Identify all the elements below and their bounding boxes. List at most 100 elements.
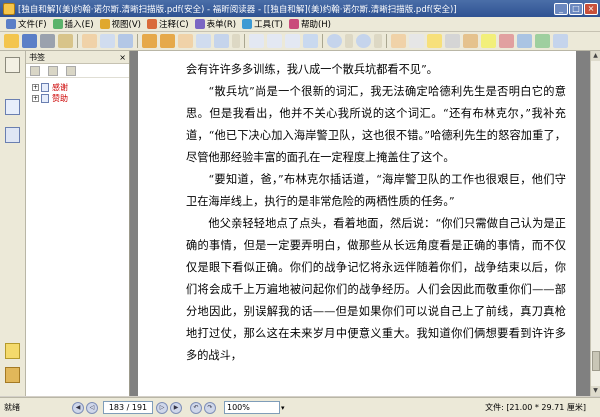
- last-page-icon[interactable]: ▶: [170, 401, 182, 414]
- menu-view[interactable]: 视图(V): [99, 18, 141, 30]
- pdf-page: 会有许许多多训练，我八成一个散兵坑都看不见”。 “散兵坑”尚是一个很新的词汇，我…: [138, 51, 576, 396]
- menu-help[interactable]: 帮助(H): [288, 18, 331, 30]
- zoom-icon[interactable]: [214, 34, 229, 48]
- paragraph: “散兵坑”尚是一个很新的词汇，我无法确定哈德利先生是否明白它的意思。但是我看出，…: [186, 85, 566, 164]
- zoom-in-icon[interactable]: [356, 34, 371, 48]
- first-page-icon[interactable]: ◀: [72, 401, 84, 414]
- help-menu-icon: [288, 19, 299, 29]
- window-title: [独自和解](美)约翰·诺尔斯.清晰扫描版.pdf(安全) - 福昕阅读器 - …: [18, 4, 457, 15]
- bookmark-item[interactable]: + 赞助: [32, 93, 129, 104]
- page-text: 会有许许多多训练，我八成一个散兵坑都看不见”。 “散兵坑”尚是一个很新的词汇，我…: [186, 59, 566, 367]
- toolbar-divider: [386, 34, 387, 48]
- print-icon[interactable]: [40, 34, 55, 48]
- stamp-icon[interactable]: [499, 34, 514, 48]
- navigation-rail: [0, 51, 26, 396]
- toolbar-divider: [77, 34, 78, 48]
- back-icon[interactable]: [142, 34, 157, 48]
- page-icon: [41, 94, 49, 103]
- menu-bar: 文件(F) 插入(E) 视图(V) 注释(C) 表单(R) 工具(T) 帮助(H…: [0, 17, 600, 32]
- bookmarks-panel-icon[interactable]: [5, 57, 20, 73]
- close-button[interactable]: ×: [584, 2, 598, 15]
- file-menu-icon: [6, 19, 16, 29]
- bookmark-options-icon[interactable]: [66, 65, 76, 76]
- forward-view-icon[interactable]: ↷: [204, 401, 216, 414]
- rotate-icon[interactable]: [303, 34, 318, 48]
- layers-panel-icon[interactable]: [5, 127, 20, 143]
- menu-tools[interactable]: 工具(T): [242, 18, 283, 30]
- page-icon: [41, 83, 49, 92]
- toolbar-divider: [137, 34, 138, 48]
- scroll-thumb[interactable]: [592, 351, 600, 371]
- page-number-field[interactable]: 183 / 191: [103, 401, 153, 414]
- link-icon[interactable]: [517, 34, 532, 48]
- view-menu-icon: [99, 19, 110, 29]
- toolbar-divider: [322, 34, 323, 48]
- bookmark-panel: 书签 × + 感谢 + 赞助: [26, 51, 130, 396]
- forward-icon[interactable]: [160, 34, 175, 48]
- next-page-icon[interactable]: ▷: [156, 401, 168, 414]
- open-icon[interactable]: [4, 34, 19, 48]
- zoom-out-menu-icon[interactable]: [345, 34, 353, 48]
- comment-menu-icon: [147, 19, 157, 29]
- document-view[interactable]: 会有许许多多训练，我八成一个散兵坑都看不见”。 “散兵坑”尚是一个很新的词汇，我…: [130, 51, 590, 396]
- delete-bookmark-icon[interactable]: [48, 65, 58, 76]
- bookmark-label: 感谢: [52, 83, 68, 92]
- new-bookmark-icon[interactable]: [30, 65, 40, 76]
- form-menu-icon: [194, 19, 205, 29]
- toolbar: [0, 32, 600, 51]
- insert-menu-icon: [52, 19, 63, 29]
- text-select-icon[interactable]: [196, 34, 211, 48]
- previous-page-icon[interactable]: ◁: [86, 401, 98, 414]
- close-panel-icon[interactable]: ×: [119, 53, 126, 62]
- menu-file[interactable]: 文件(F): [6, 18, 47, 30]
- pencil-icon[interactable]: [463, 34, 478, 48]
- expand-icon[interactable]: +: [32, 84, 39, 91]
- email-icon[interactable]: [58, 34, 73, 48]
- paragraph: 他父亲轻轻地点了点头，看着地面，然后说：“你们只需做自己认为是正确的事情，但是一…: [186, 217, 566, 362]
- chevron-down-icon[interactable]: [232, 34, 240, 48]
- app-icon: [3, 2, 15, 15]
- minimize-button[interactable]: _: [554, 2, 568, 15]
- highlight-icon[interactable]: [481, 34, 496, 48]
- image-icon[interactable]: [535, 34, 550, 48]
- bookmark-panel-header: 书签 ×: [26, 51, 129, 64]
- bookmark-panel-title: 书签: [29, 52, 45, 62]
- menu-form[interactable]: 表单(R): [194, 18, 236, 30]
- zoom-out-icon[interactable]: [327, 34, 342, 48]
- zoom-field[interactable]: 100%: [224, 401, 280, 414]
- bookmark-item[interactable]: + 感谢: [32, 82, 129, 93]
- search-icon[interactable]: [553, 34, 568, 48]
- note-icon[interactable]: [427, 34, 442, 48]
- maximize-button[interactable]: □: [569, 2, 583, 15]
- bookmark-label: 赞助: [52, 94, 68, 103]
- back-view-icon[interactable]: ↶: [190, 401, 202, 414]
- menu-comment[interactable]: 注释(C): [147, 18, 189, 30]
- vertical-scrollbar[interactable]: ▲ ▼: [590, 51, 600, 396]
- expand-icon[interactable]: +: [32, 95, 39, 102]
- snapshot-icon[interactable]: [118, 34, 133, 48]
- status-text: 就绪: [4, 403, 20, 412]
- comments-panel-icon[interactable]: [5, 343, 20, 359]
- pages-panel-icon[interactable]: [5, 99, 20, 115]
- actual-size-icon[interactable]: [285, 34, 300, 48]
- paragraph: “要知道，爸，”布林克尔插话道，“海岸警卫队的工作也很艰巨，他们守卫在海岸线上，…: [186, 173, 566, 208]
- fit-width-icon[interactable]: [267, 34, 282, 48]
- hand-tool-icon[interactable]: [82, 34, 97, 48]
- toolbar-divider: [244, 34, 245, 48]
- scroll-down-icon[interactable]: ▼: [591, 386, 600, 396]
- paragraph: 会有许许多多训练，我八成一个散兵坑都看不见”。: [186, 63, 438, 76]
- menu-insert[interactable]: 插入(E): [52, 18, 94, 30]
- zoom-dropdown-icon[interactable]: ▾: [281, 404, 285, 412]
- text-tool-icon[interactable]: [409, 34, 424, 48]
- status-bar: 就绪 ◀ ◁ 183 / 191 ▷ ▶ ↶ ↷ 100% ▾ 文件: [21.…: [0, 397, 600, 417]
- pan-icon[interactable]: [391, 34, 406, 48]
- attachments-panel-icon[interactable]: [5, 367, 20, 383]
- save-icon[interactable]: [22, 34, 37, 48]
- hand-icon[interactable]: [178, 34, 193, 48]
- zoom-in-menu-icon[interactable]: [374, 34, 382, 48]
- title-bar: [独自和解](美)约翰·诺尔斯.清晰扫描版.pdf(安全) - 福昕阅读器 - …: [0, 0, 600, 17]
- select-text-icon[interactable]: [100, 34, 115, 48]
- fit-page-icon[interactable]: [249, 34, 264, 48]
- scroll-up-icon[interactable]: ▲: [591, 51, 600, 61]
- typewriter-icon[interactable]: [445, 34, 460, 48]
